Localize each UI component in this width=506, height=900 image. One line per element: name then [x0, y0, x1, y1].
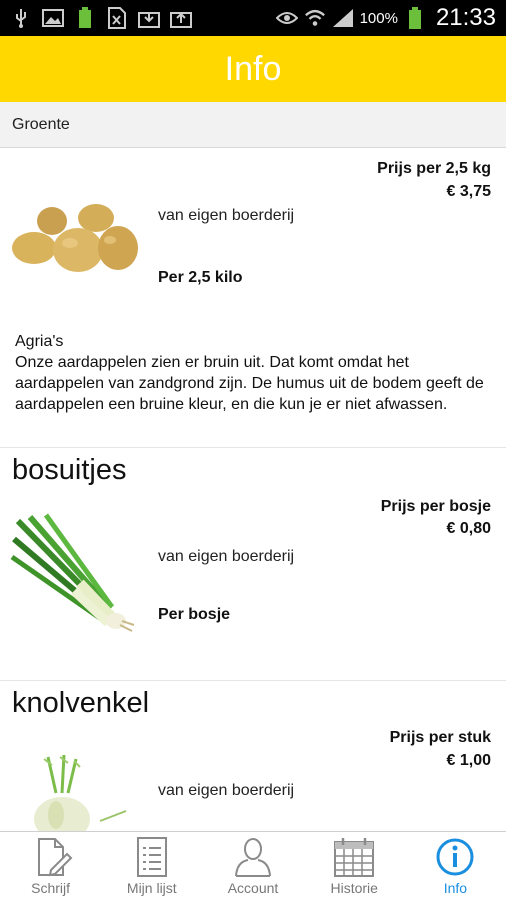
unit-text: Per bosje	[158, 606, 231, 623]
battery-charge-icon	[74, 7, 96, 29]
app-bar: Info	[0, 36, 506, 102]
product-item[interactable]: bosuitjes Prijs per bosje € 0,80 van eig…	[0, 448, 506, 681]
price-value: € 3,75	[446, 183, 491, 200]
status-bar: 100% 21:33	[0, 0, 506, 36]
excel-file-icon	[106, 7, 128, 29]
price-label: Prijs per stuk	[389, 729, 491, 746]
person-icon	[235, 838, 271, 877]
tab-info[interactable]: Info	[405, 832, 506, 900]
product-item[interactable]: knolvenkel Prijs per stuk € 1,00 van eig…	[0, 681, 506, 832]
price-value: € 1,00	[446, 752, 491, 769]
description-body: Onze aardappelen zien er bruin uit. Dat …	[15, 354, 484, 413]
description-title: Agria's	[15, 333, 64, 350]
potato-image	[10, 198, 142, 287]
tab-label: Schrijf	[31, 880, 71, 896]
calendar-icon	[334, 838, 375, 877]
price-label: Prijs per bosje	[380, 498, 491, 515]
briefcase-download-icon	[138, 7, 160, 29]
tab-label: Info	[443, 880, 468, 896]
fennel-image	[30, 753, 130, 832]
signal-icon	[332, 7, 354, 29]
category-header: Groente	[0, 102, 506, 148]
wifi-icon	[304, 7, 326, 29]
spring-onion-image	[10, 513, 140, 638]
system-icons: 100% 21:33	[275, 4, 496, 32]
origin-text: van eigen boerderij	[158, 782, 295, 799]
image-icon	[42, 7, 64, 29]
origin-text: van eigen boerderij	[158, 207, 295, 224]
usb-icon	[10, 7, 32, 29]
bottom-navigation: Schrijf Mijn lijst Account Historie Info	[0, 831, 506, 900]
info-icon	[436, 838, 474, 876]
notification-icons	[10, 7, 276, 29]
eye-icon	[275, 7, 298, 29]
product-list[interactable]: aardappelen Prijs per 2,5 kg € 3,75 van …	[0, 148, 506, 832]
price-value: € 0,80	[446, 520, 491, 537]
tab-label: Historie	[330, 880, 378, 896]
origin-text: van eigen boerderij	[158, 548, 295, 565]
page-title: Info	[224, 49, 282, 88]
category-label: Groente	[12, 115, 70, 133]
briefcase-upload-icon	[170, 7, 192, 29]
battery-percent: 100%	[359, 9, 398, 27]
list-document-icon	[136, 837, 167, 877]
product-name: knolvenkel	[12, 687, 150, 719]
tab-label: Account	[227, 880, 279, 896]
tab-schrijf[interactable]: Schrijf	[0, 832, 101, 900]
product-item[interactable]: aardappelen Prijs per 2,5 kg € 3,75 van …	[0, 148, 506, 448]
clock: 21:33	[435, 4, 496, 31]
tab-label: Mijn lijst	[126, 880, 177, 896]
tab-account[interactable]: Account	[202, 832, 303, 900]
unit-text: Per 2,5 kilo	[158, 269, 243, 286]
battery-icon	[404, 7, 426, 29]
tab-mijn-lijst[interactable]: Mijn lijst	[101, 832, 202, 900]
product-name: bosuitjes	[12, 454, 127, 486]
price-label: Prijs per 2,5 kg	[377, 160, 491, 177]
pencil-document-icon	[37, 838, 73, 877]
product-description: Agria's Onze aardappelen zien er bruin u…	[15, 331, 495, 415]
tab-historie[interactable]: Historie	[304, 832, 405, 900]
